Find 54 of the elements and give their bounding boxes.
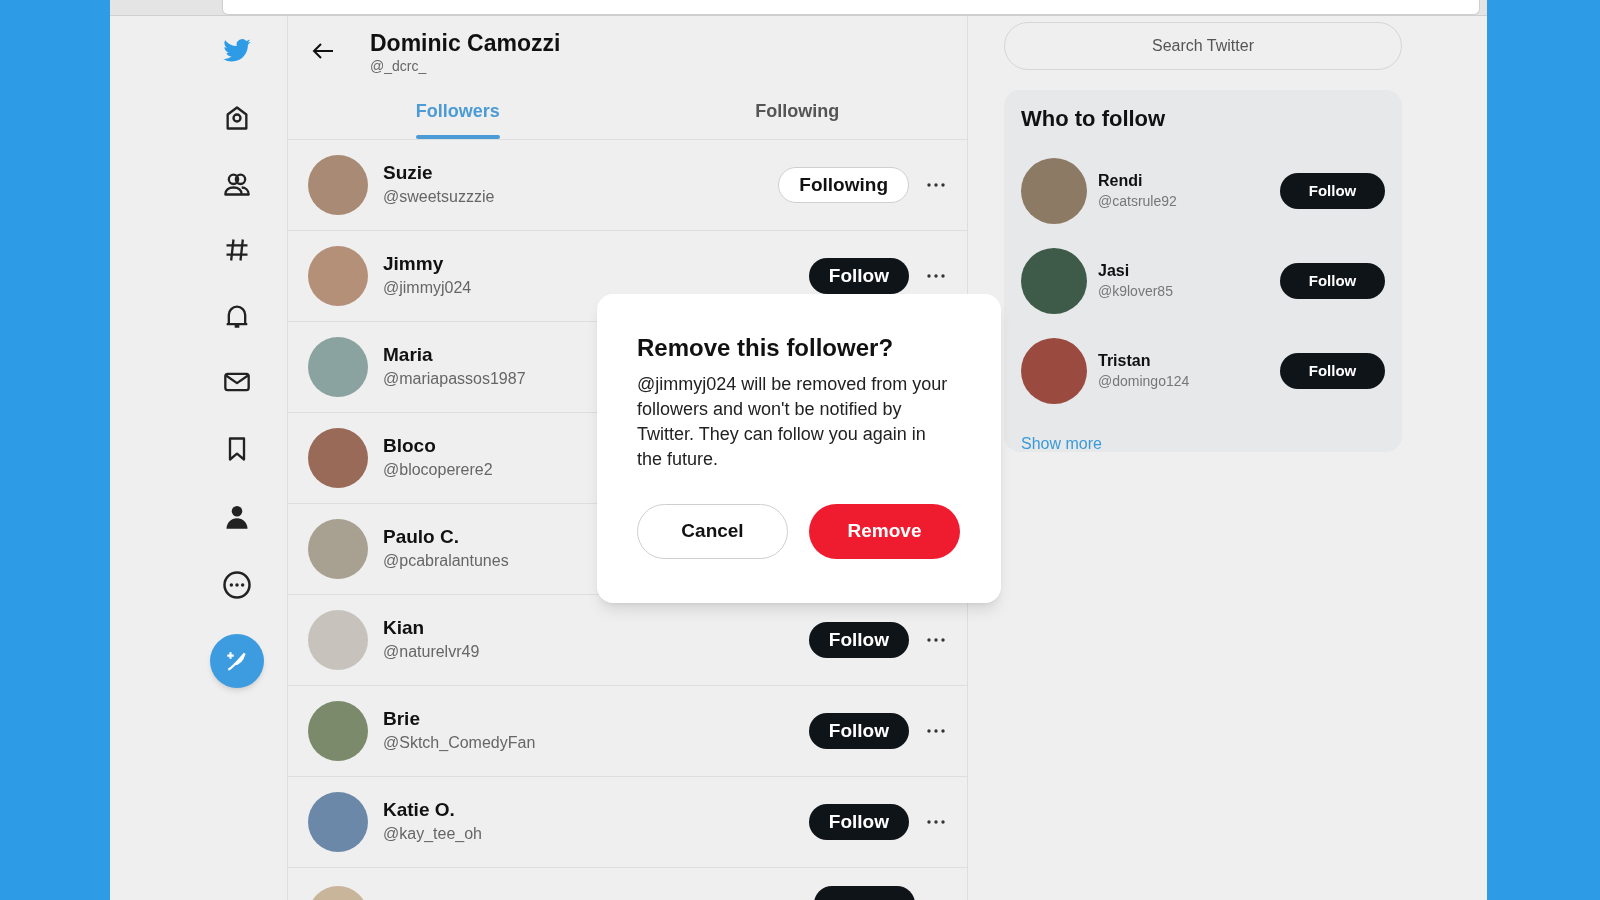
user-name: Kian — [383, 616, 425, 640]
remove-button[interactable]: Remove — [809, 504, 960, 559]
user-name: Maria — [383, 343, 433, 367]
user-handle: @blocoperere2 — [383, 460, 493, 480]
user-handle: @catsrule92 — [1098, 191, 1178, 211]
user-name: Rendi — [1098, 170, 1144, 191]
user-handle: @domingo124 — [1098, 371, 1191, 391]
avatar-photo-placeholder — [308, 155, 368, 215]
follow-button[interactable]: Follow — [1280, 173, 1385, 209]
user-handle: @jimmyj024 — [383, 278, 472, 298]
user-name: Bloco — [383, 434, 436, 458]
follow-button[interactable]: Follow — [808, 804, 909, 840]
follow-button[interactable]: Follow — [1280, 263, 1385, 299]
avatar-photo-placeholder — [308, 428, 368, 488]
user-name: Jasi — [1098, 260, 1131, 281]
avatar-photo-placeholder — [308, 701, 368, 761]
user-handle: @naturelvr49 — [383, 642, 480, 662]
follow-button[interactable]: Follow — [808, 258, 909, 294]
avatar-photo-placeholder — [308, 610, 368, 670]
cancel-button[interactable]: Cancel — [637, 504, 788, 559]
follow-button[interactable]: Follow — [808, 622, 909, 658]
more-icon[interactable] — [927, 274, 945, 278]
user-name: Brie — [383, 707, 420, 731]
user-name: Tristan — [1098, 350, 1152, 371]
user-name: Jimmy — [383, 252, 444, 276]
user-handle: @Sktch_ComedyFan — [383, 733, 536, 753]
card-title: Who to follow — [1021, 105, 1167, 133]
user-name: Suzie — [383, 161, 433, 185]
user-name: Paulo C. — [383, 525, 459, 549]
profile-handle: @_dcrc_ — [370, 57, 428, 76]
dialog-message: @jimmyj024 will be removed from your followers and won't be notified by Twitter. They can follow you again in the future. — [637, 373, 949, 471]
follow-button[interactable]: Follow — [808, 713, 909, 749]
user-handle: @mariapassos1987 — [383, 369, 526, 389]
back-arrow-icon[interactable] — [312, 42, 334, 60]
more-icon[interactable] — [927, 820, 945, 824]
user-handle: @sweetsuzzzie — [383, 187, 495, 207]
more-icon[interactable] — [927, 183, 945, 187]
user-handle: @kay_tee_oh — [383, 824, 482, 844]
follow-button[interactable]: Follow — [1280, 353, 1385, 389]
more-options-icon[interactable] — [221, 570, 252, 600]
avatar-photo-placeholder — [308, 519, 368, 579]
avatar-photo-placeholder — [308, 337, 368, 397]
compose-button[interactable] — [209, 634, 264, 688]
more-icon[interactable] — [927, 638, 945, 642]
following-button[interactable]: Following — [778, 167, 909, 203]
user-name: Katie O. — [383, 798, 455, 822]
profile-name: Dominic Camozzi — [370, 30, 561, 56]
avatar-photo-placeholder — [308, 246, 368, 306]
user-handle: @pcabralantunes — [383, 551, 509, 571]
more-icon[interactable] — [927, 729, 945, 733]
user-handle: @k9lover85 — [1098, 281, 1174, 301]
avatar-photo-placeholder — [308, 792, 368, 852]
dialog-title: Remove this follower? — [637, 334, 895, 362]
tab[interactable]: Following — [755, 98, 840, 139]
